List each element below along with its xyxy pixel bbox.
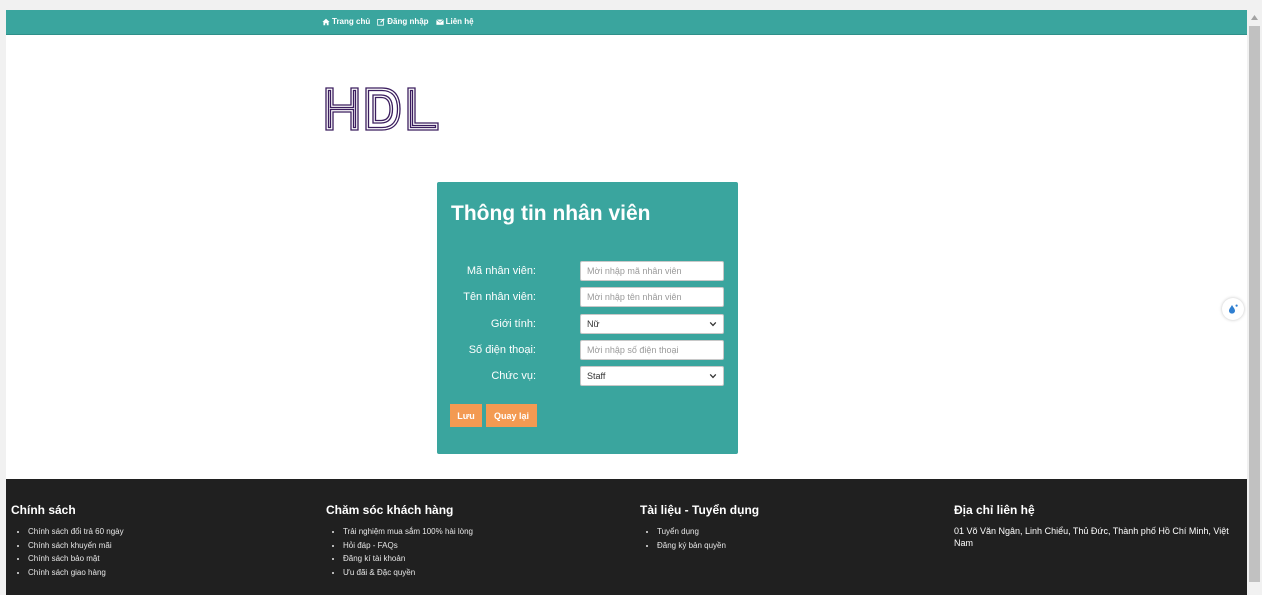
footer-link[interactable]: Hỏi đáp - FAQs bbox=[343, 539, 473, 553]
back-button[interactable]: Quay lại bbox=[486, 404, 537, 427]
footer-care-column: Chăm sóc khách hàng Trải nghiệm mua sắm … bbox=[326, 503, 473, 579]
scroll-up-button[interactable] bbox=[1247, 10, 1262, 24]
footer-policy-title: Chính sách bbox=[11, 503, 76, 517]
gender-selected-value: Nữ bbox=[587, 319, 600, 329]
footer-link[interactable]: Ưu đãi & Đặc quyền bbox=[343, 566, 473, 580]
nav-contact-link[interactable]: Liên hệ bbox=[435, 17, 474, 26]
employee-name-input[interactable] bbox=[580, 287, 724, 307]
footer-docs-column: Tài liệu - Tuyển dụng Tuyển dụng Đăng ký… bbox=[640, 503, 759, 552]
footer-link[interactable]: Trải nghiệm mua sắm 100% hài lòng bbox=[343, 525, 473, 539]
footer-link[interactable]: Chính sách khuyến mãi bbox=[28, 539, 124, 553]
caret-up-icon bbox=[1251, 14, 1258, 20]
footer-link[interactable]: Chính sách bảo mật bbox=[28, 552, 124, 566]
save-button[interactable]: Lưu bbox=[450, 404, 482, 427]
top-nav-bar: Trang chủ Đăng nhập Liên hệ bbox=[6, 10, 1247, 35]
droplet-icon bbox=[1229, 304, 1238, 314]
footer-address-column: Địa chỉ liên hệ 01 Võ Văn Ngân, Linh Chi… bbox=[954, 503, 1242, 549]
position-select[interactable]: Staff bbox=[580, 366, 724, 386]
nav-contact-label: Liên hệ bbox=[445, 17, 474, 26]
employee-id-label: Mã nhân viên: bbox=[466, 265, 536, 277]
gender-label: Giới tính: bbox=[490, 318, 536, 330]
gender-select[interactable]: Nữ bbox=[580, 314, 724, 334]
footer-policy-column: Chính sách Chính sách đổi trả 60 ngày Ch… bbox=[11, 503, 124, 579]
form-title: Thông tin nhân viên bbox=[451, 202, 651, 225]
phone-label: Số điện thoại: bbox=[468, 344, 536, 356]
footer-link[interactable]: Chính sách giao hàng bbox=[28, 566, 124, 580]
footer-docs-title: Tài liệu - Tuyển dụng bbox=[640, 503, 760, 517]
footer-link[interactable]: Tuyển dụng bbox=[657, 525, 759, 539]
vertical-scrollbar[interactable] bbox=[1247, 10, 1262, 595]
position-selected-value: Staff bbox=[587, 371, 606, 381]
footer-care-list: Trải nghiệm mua sắm 100% hài lòng Hỏi đá… bbox=[326, 525, 473, 579]
footer-address-text: 01 Võ Văn Ngân, Linh Chiểu, Thủ Đức, Thà… bbox=[954, 526, 1229, 548]
position-row: Chức vụ: Staff bbox=[437, 366, 738, 386]
phone-row: Số điện thoại: bbox=[437, 340, 738, 360]
nav-home-link[interactable]: Trang chủ bbox=[322, 17, 370, 26]
position-label: Chức vụ: bbox=[491, 370, 536, 382]
phone-input[interactable] bbox=[580, 340, 724, 360]
nav-home-label: Trang chủ bbox=[332, 17, 371, 26]
chevron-down-icon bbox=[709, 321, 717, 327]
footer-docs-list: Tuyển dụng Đăng ký bản quyền bbox=[640, 525, 759, 552]
floating-assistant-button[interactable] bbox=[1222, 298, 1244, 320]
footer-policy-list: Chính sách đổi trả 60 ngày Chính sách kh… bbox=[11, 525, 124, 579]
hdl-logo[interactable] bbox=[324, 86, 442, 132]
nav-menu: Trang chủ Đăng nhập Liên hệ bbox=[322, 17, 474, 26]
employee-id-row: Mã nhân viên: bbox=[437, 261, 738, 281]
footer: Chính sách Chính sách đổi trả 60 ngày Ch… bbox=[6, 479, 1247, 595]
gender-row: Giới tính: Nữ bbox=[437, 314, 738, 334]
edit-icon bbox=[377, 17, 385, 26]
envelope-icon bbox=[435, 18, 444, 25]
chevron-down-icon bbox=[709, 373, 717, 379]
footer-link[interactable]: Chính sách đổi trả 60 ngày bbox=[28, 525, 124, 539]
employee-id-input[interactable] bbox=[580, 261, 724, 281]
scrollbar-thumb[interactable] bbox=[1249, 26, 1260, 582]
footer-link[interactable]: Đăng ký bản quyền bbox=[657, 539, 759, 553]
nav-login-label: Đăng nhập bbox=[387, 17, 429, 26]
footer-link[interactable]: Đăng kí tài khoản bbox=[343, 552, 473, 566]
footer-address-title: Địa chỉ liên hệ bbox=[954, 503, 1035, 517]
page: Trang chủ Đăng nhập Liên hệ Thông tin nh… bbox=[6, 10, 1247, 595]
home-icon bbox=[322, 18, 330, 25]
employee-form-card: Thông tin nhân viên Mã nhân viên: Tên nh… bbox=[437, 182, 738, 454]
nav-login-link[interactable]: Đăng nhập bbox=[377, 17, 429, 26]
employee-name-row: Tên nhân viên: bbox=[437, 287, 738, 307]
footer-care-title: Chăm sóc khách hàng bbox=[326, 503, 454, 517]
employee-name-label: Tên nhân viên: bbox=[463, 291, 536, 303]
